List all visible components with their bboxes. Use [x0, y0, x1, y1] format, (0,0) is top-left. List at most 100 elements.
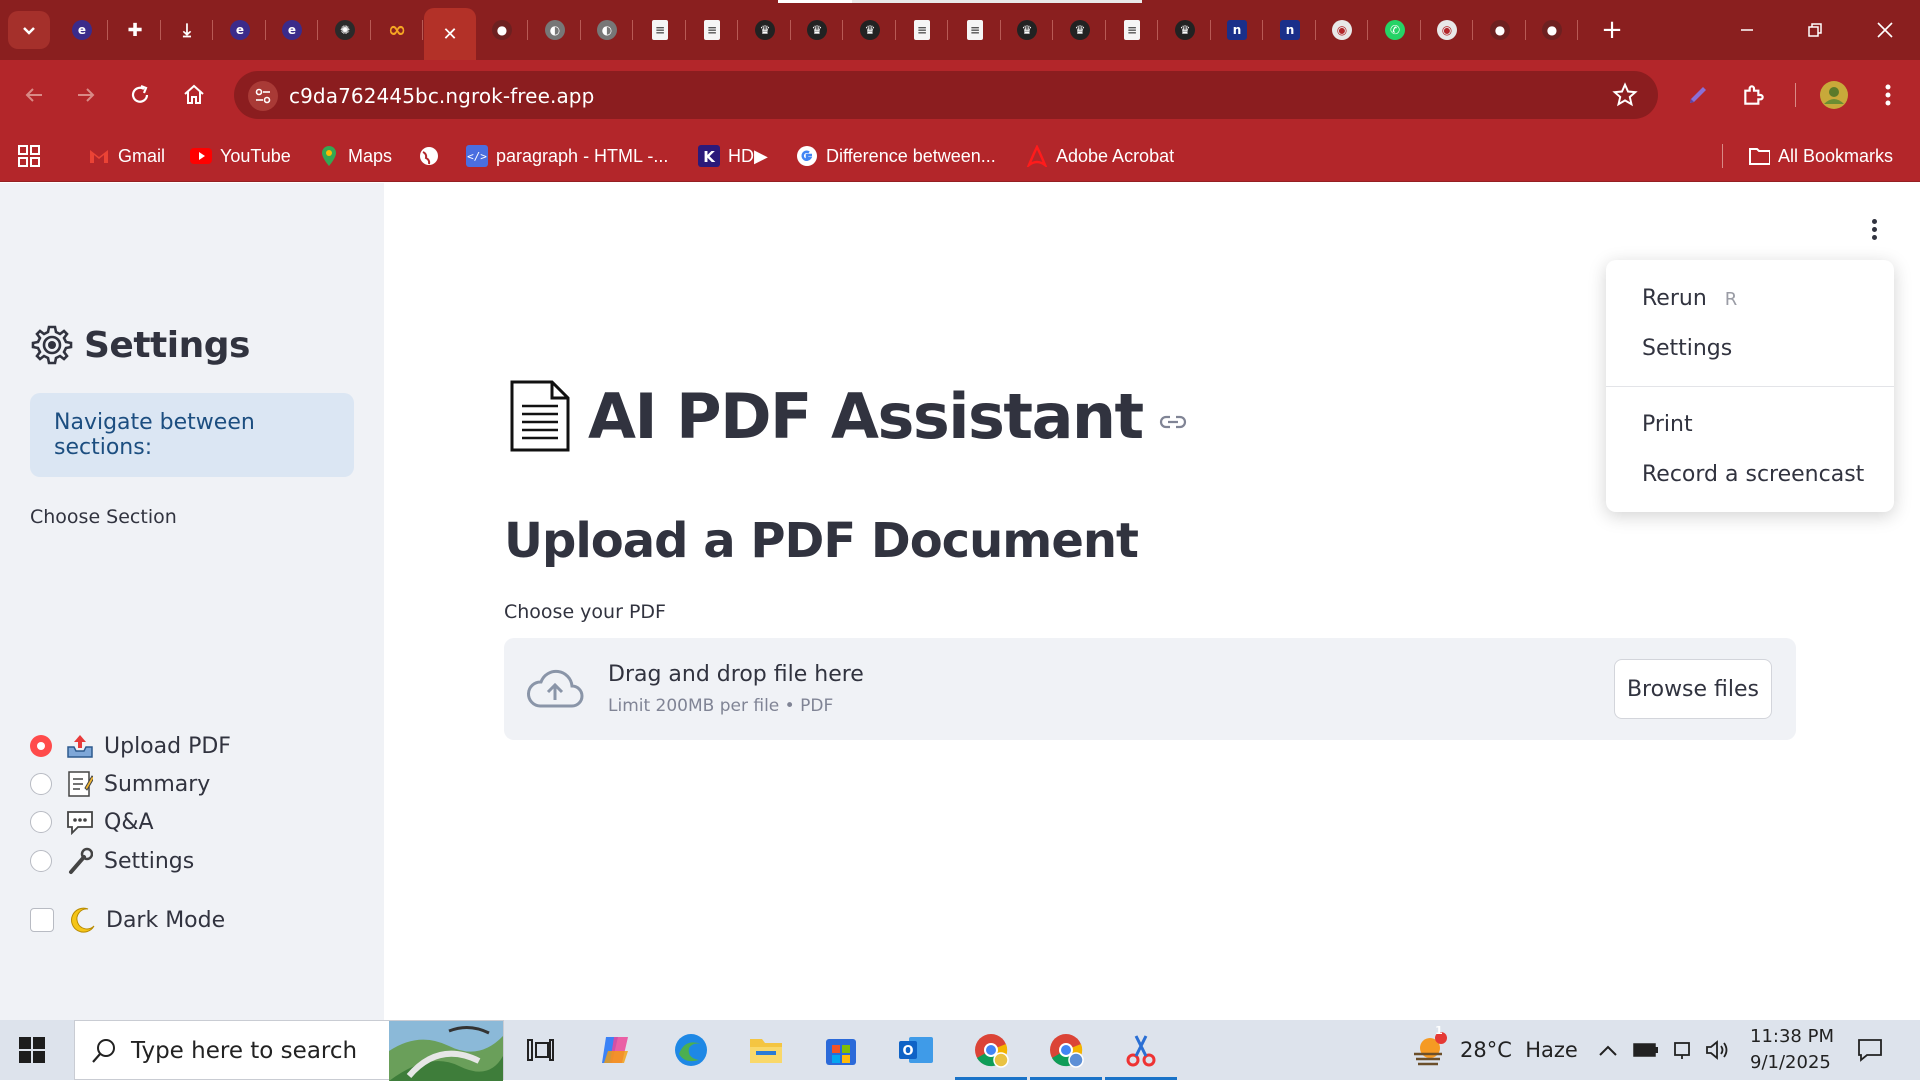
browser-tab[interactable]: ◉: [1421, 10, 1473, 50]
taskbar-chrome-profile[interactable]: [1030, 1030, 1102, 1080]
browser-tab[interactable]: e: [266, 10, 318, 50]
taskbar-snipping-tool[interactable]: [1105, 1030, 1177, 1080]
bookmark-acrobat[interactable]: Adobe Acrobat: [1026, 144, 1174, 168]
restore-button[interactable]: [1790, 10, 1840, 50]
browser-tab[interactable]: ♛: [739, 10, 791, 50]
tune-icon: [255, 88, 271, 104]
url-text[interactable]: c9da762445bc.ngrok-free.app: [289, 84, 594, 108]
minimize-button[interactable]: [1722, 10, 1772, 50]
reload-button[interactable]: [122, 77, 158, 113]
chrome-menu-button[interactable]: [1870, 77, 1906, 113]
taskbar-chrome-active[interactable]: [955, 1030, 1027, 1080]
app-main-menu-button[interactable]: [1860, 215, 1888, 243]
arrow-left-icon: [25, 88, 42, 102]
bookmark-maps[interactable]: Maps: [318, 144, 392, 168]
taskbar-copilot[interactable]: [594, 1030, 638, 1070]
bookmark-gmail[interactable]: Gmail: [88, 144, 165, 168]
browser-tab[interactable]: ♛: [1159, 10, 1211, 50]
bookmark-paragraph-html[interactable]: </> paragraph - HTML -...: [466, 144, 668, 168]
bookmark-star-button[interactable]: [1612, 82, 1638, 113]
menu-item-rerun[interactable]: Rerun R: [1642, 286, 1737, 311]
dark-mode-toggle[interactable]: Dark Mode: [30, 906, 225, 934]
taskbar-edge[interactable]: [669, 1030, 713, 1070]
browser-tab[interactable]: ♛: [1001, 10, 1053, 50]
notifications-button[interactable]: [1848, 1030, 1892, 1070]
taskbar-outlook[interactable]: O: [894, 1030, 938, 1070]
file-dropzone[interactable]: Drag and drop file here Limit 200MB per …: [504, 638, 1796, 740]
menu-item-label: Rerun: [1642, 286, 1707, 311]
browser-tab[interactable]: ●: [476, 10, 528, 50]
browser-tab[interactable]: ◉: [1316, 10, 1368, 50]
menu-item-record-screencast[interactable]: Record a screencast: [1642, 462, 1864, 487]
bookmark-hd[interactable]: K HD▶: [698, 144, 768, 168]
profile-avatar[interactable]: [1816, 77, 1852, 113]
browser-tab[interactable]: ≡: [896, 10, 948, 50]
menu-item-settings[interactable]: Settings: [1642, 336, 1732, 361]
pen-extension-button[interactable]: [1680, 77, 1716, 113]
browser-tab[interactable]: ✺: [319, 10, 371, 50]
browser-tab[interactable]: ≡: [1106, 10, 1158, 50]
browser-tab[interactable]: n: [1264, 10, 1316, 50]
browser-tab[interactable]: ♛: [791, 10, 843, 50]
clock-time[interactable]: 11:38 PM: [1750, 1026, 1834, 1047]
all-bookmarks-button[interactable]: All Bookmarks: [1748, 144, 1893, 168]
browser-tab[interactable]: ◐: [529, 10, 581, 50]
clock-date[interactable]: 9/1/2025: [1750, 1052, 1831, 1073]
taskbar-microsoft-store[interactable]: [819, 1030, 863, 1070]
bookmark-difference[interactable]: Difference between...: [796, 144, 996, 168]
browser-tab[interactable]: ♛: [1054, 10, 1106, 50]
code-icon: </>: [466, 145, 488, 167]
back-button[interactable]: [16, 77, 52, 113]
new-tab-button[interactable]: +: [1594, 15, 1630, 45]
tab-separator: [1052, 20, 1053, 40]
radio-option-upload-pdf[interactable]: Upload PDF: [30, 732, 231, 760]
browser-tab[interactable]: ≡: [686, 10, 738, 50]
address-bar[interactable]: c9da762445bc.ngrok-free.app: [234, 71, 1658, 119]
close-icon[interactable]: ✕: [440, 24, 460, 45]
link-icon[interactable]: [1159, 412, 1187, 432]
browser-tab[interactable]: e: [214, 10, 266, 50]
browser-tab[interactable]: ∞: [371, 10, 423, 50]
radio-option-summary[interactable]: Summary: [30, 770, 210, 798]
browser-tab[interactable]: ●: [1526, 10, 1578, 50]
browser-tab[interactable]: ◐: [581, 10, 633, 50]
bookmark-youtube[interactable]: YouTube: [190, 144, 291, 168]
radio-button[interactable]: [30, 773, 52, 795]
browser-tab[interactable]: ✆: [1369, 10, 1421, 50]
browser-tab[interactable]: ♛: [844, 10, 896, 50]
weather-text[interactable]: 28°C Haze: [1460, 1038, 1578, 1062]
sidebar-title: Settings: [84, 324, 250, 366]
radio-option-qa[interactable]: Q&A: [30, 808, 154, 836]
browser-tab[interactable]: ⤓: [161, 10, 213, 50]
browser-tab[interactable]: ≡: [634, 10, 686, 50]
site-info-button[interactable]: [248, 81, 278, 111]
tab-search-button[interactable]: [8, 11, 50, 49]
extensions-button[interactable]: [1736, 77, 1772, 113]
browse-files-button[interactable]: Browse files: [1614, 659, 1772, 719]
taskbar-file-explorer[interactable]: [744, 1030, 788, 1070]
radio-button[interactable]: [30, 850, 52, 872]
forward-button[interactable]: [68, 77, 104, 113]
browser-tab[interactable]: n: [1211, 10, 1263, 50]
browser-tab[interactable]: ✚: [109, 10, 161, 50]
radio-button[interactable]: [30, 735, 52, 757]
radio-label: Settings: [104, 848, 195, 874]
apps-button[interactable]: [18, 144, 40, 168]
volume-indicator[interactable]: [1696, 1030, 1740, 1070]
browser-tab[interactable]: ≡: [949, 10, 1001, 50]
task-view-button[interactable]: [518, 1030, 562, 1070]
radio-button[interactable]: [30, 811, 52, 833]
start-button[interactable]: [18, 1036, 46, 1069]
dark-mode-checkbox[interactable]: [30, 908, 54, 932]
crown-icon: ♛: [1175, 20, 1195, 40]
taskbar-search[interactable]: Type here to search: [74, 1020, 504, 1081]
bookmark-globe[interactable]: [418, 144, 448, 168]
close-window-button[interactable]: [1860, 10, 1910, 50]
crown-icon: ♛: [807, 20, 827, 40]
radio-option-settings[interactable]: Settings: [30, 847, 194, 875]
browser-tab[interactable]: ✕: [424, 8, 476, 60]
browser-tab[interactable]: ●: [1474, 10, 1526, 50]
browser-tab[interactable]: e: [56, 10, 108, 50]
home-button[interactable]: [176, 77, 212, 113]
menu-item-print[interactable]: Print: [1642, 412, 1693, 437]
